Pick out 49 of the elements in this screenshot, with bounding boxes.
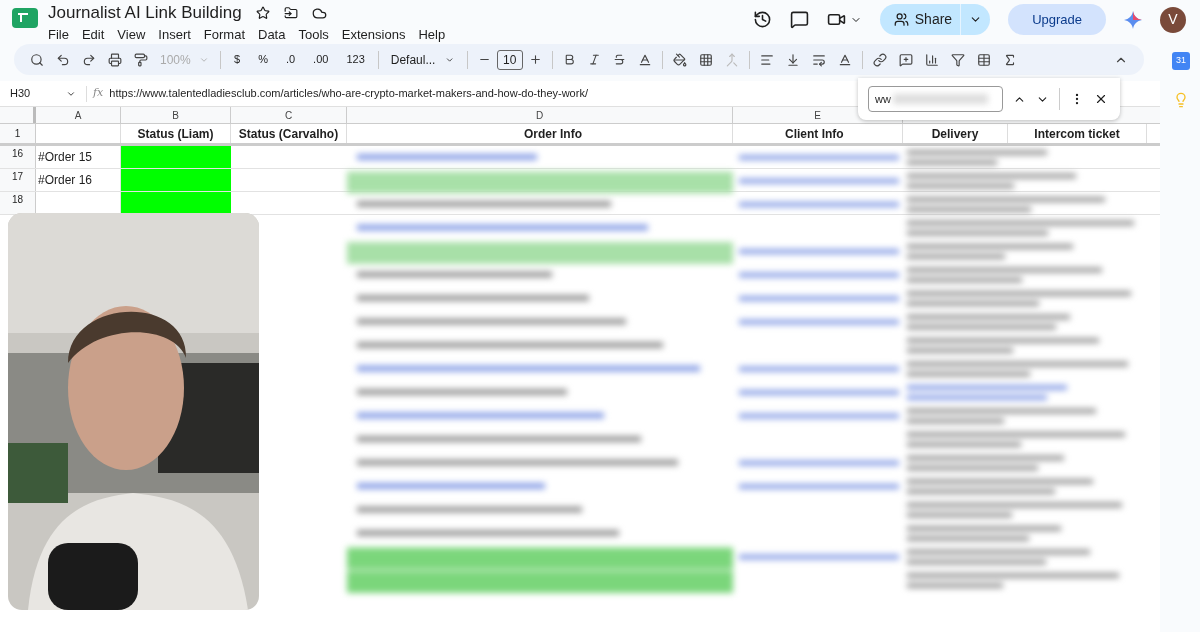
table-cell-text: #Order 16 — [38, 172, 93, 189]
row-number[interactable]: 1 — [0, 124, 36, 143]
cloud-icon[interactable] — [311, 5, 327, 21]
menu-item[interactable]: Format — [203, 25, 245, 45]
column-header[interactable]: C — [231, 107, 347, 123]
history-icon[interactable] — [752, 10, 772, 29]
number-format-button[interactable]: % — [249, 51, 277, 68]
sheets-logo-icon[interactable] — [12, 8, 38, 28]
menu-item[interactable]: Insert — [158, 25, 191, 45]
header-cell: Status (Carvalho) — [231, 124, 347, 143]
header-cell: Order Info — [347, 124, 733, 143]
menu-item[interactable]: View — [117, 25, 146, 45]
menu-item[interactable]: Data — [258, 25, 286, 45]
number-format-button[interactable]: $ — [225, 51, 250, 68]
column-header[interactable]: B — [121, 107, 231, 123]
calendar-icon[interactable]: 31 — [1172, 52, 1190, 70]
row-number[interactable]: 18 — [0, 192, 36, 214]
menu-item[interactable]: File — [48, 25, 69, 45]
number-format-button[interactable]: .00 — [304, 51, 338, 68]
find-field[interactable]: ww — [868, 86, 1003, 112]
people-icon — [893, 12, 909, 27]
header-cell: Client Info — [733, 124, 903, 143]
formula-field[interactable]: https://www.talentedladiesclub.com/articles/who-are-crypto-market-makers-and-how-do-they-work/ — [109, 85, 588, 102]
upgrade-button[interactable]: Upgrade — [1008, 4, 1106, 35]
menu-item[interactable]: Edit — [81, 25, 105, 45]
close-icon[interactable] — [1094, 92, 1108, 106]
document-title[interactable]: Journalist AI Link Building — [48, 2, 242, 24]
row-number[interactable]: 17 — [0, 169, 36, 191]
number-format-button[interactable]: 123 — [337, 51, 374, 68]
font-select[interactable]: Defaul... — [382, 50, 463, 69]
sparkle-icon[interactable] — [1124, 10, 1142, 29]
column-header[interactable]: D — [347, 107, 733, 123]
menu-item[interactable]: Extensions — [341, 25, 406, 45]
header-cell: Status (Liam) — [121, 124, 231, 143]
font-size-field[interactable]: 10 — [496, 49, 523, 70]
star-icon[interactable] — [255, 6, 270, 20]
menu-item[interactable]: Help — [418, 25, 446, 45]
menu-item[interactable]: Tools — [298, 25, 329, 45]
column-header[interactable]: A — [36, 107, 121, 123]
folder-icon[interactable] — [283, 6, 298, 20]
fx-label: fx — [93, 85, 104, 102]
row-number[interactable]: 16 — [0, 146, 36, 168]
comment-icon[interactable] — [789, 10, 809, 29]
number-format-button[interactable]: .0 — [276, 51, 305, 68]
header-cell: Intercom ticket — [1008, 124, 1147, 143]
table-cell-text: #Order 15 — [38, 149, 93, 166]
header-cell: Delivery — [903, 124, 1008, 143]
name-box[interactable]: H30 — [0, 85, 80, 102]
avatar[interactable]: V — [1160, 6, 1186, 33]
